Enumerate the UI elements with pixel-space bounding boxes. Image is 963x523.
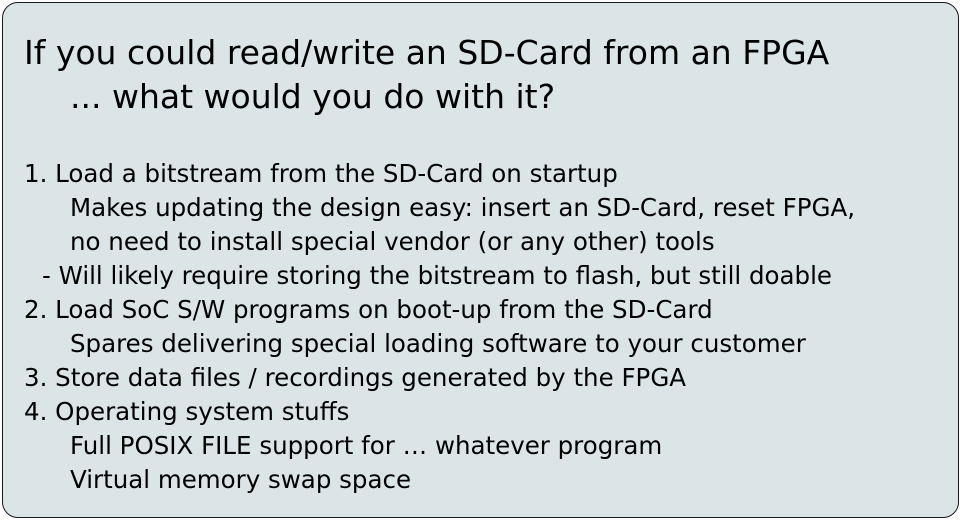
list-item-3: 3. Store data files / recordings generat… xyxy=(24,363,687,392)
text-card: If you could read/write an SD-Card from … xyxy=(2,2,959,518)
card-title: If you could read/write an SD-Card from … xyxy=(24,31,829,119)
title-line-2: ... what would you do with it? xyxy=(70,77,556,116)
list-item-4-detail-1: Full POSIX FILE support for … whatever p… xyxy=(70,431,663,460)
list-item-1: 1. Load a bitstream from the SD-Card on … xyxy=(24,159,618,188)
list-item-4-detail-2: Virtual memory swap space xyxy=(70,465,412,494)
list-item-1-detail-1: Makes updating the design easy: insert a… xyxy=(70,193,856,222)
list-item-4: 4. Operating system stuffs xyxy=(24,397,350,426)
list-item-2-detail: Spares delivering special loading softwa… xyxy=(70,329,806,358)
use-case-list: 1. Load a bitstream from the SD-Card on … xyxy=(24,157,855,497)
title-line-1: If you could read/write an SD-Card from … xyxy=(24,33,830,72)
list-item-1-detail-2: no need to install special vendor (or an… xyxy=(70,227,715,256)
list-item-1-note: - Will likely require storing the bitstr… xyxy=(42,261,832,290)
list-item-2: 2. Load SoC S/W programs on boot-up from… xyxy=(24,295,713,324)
